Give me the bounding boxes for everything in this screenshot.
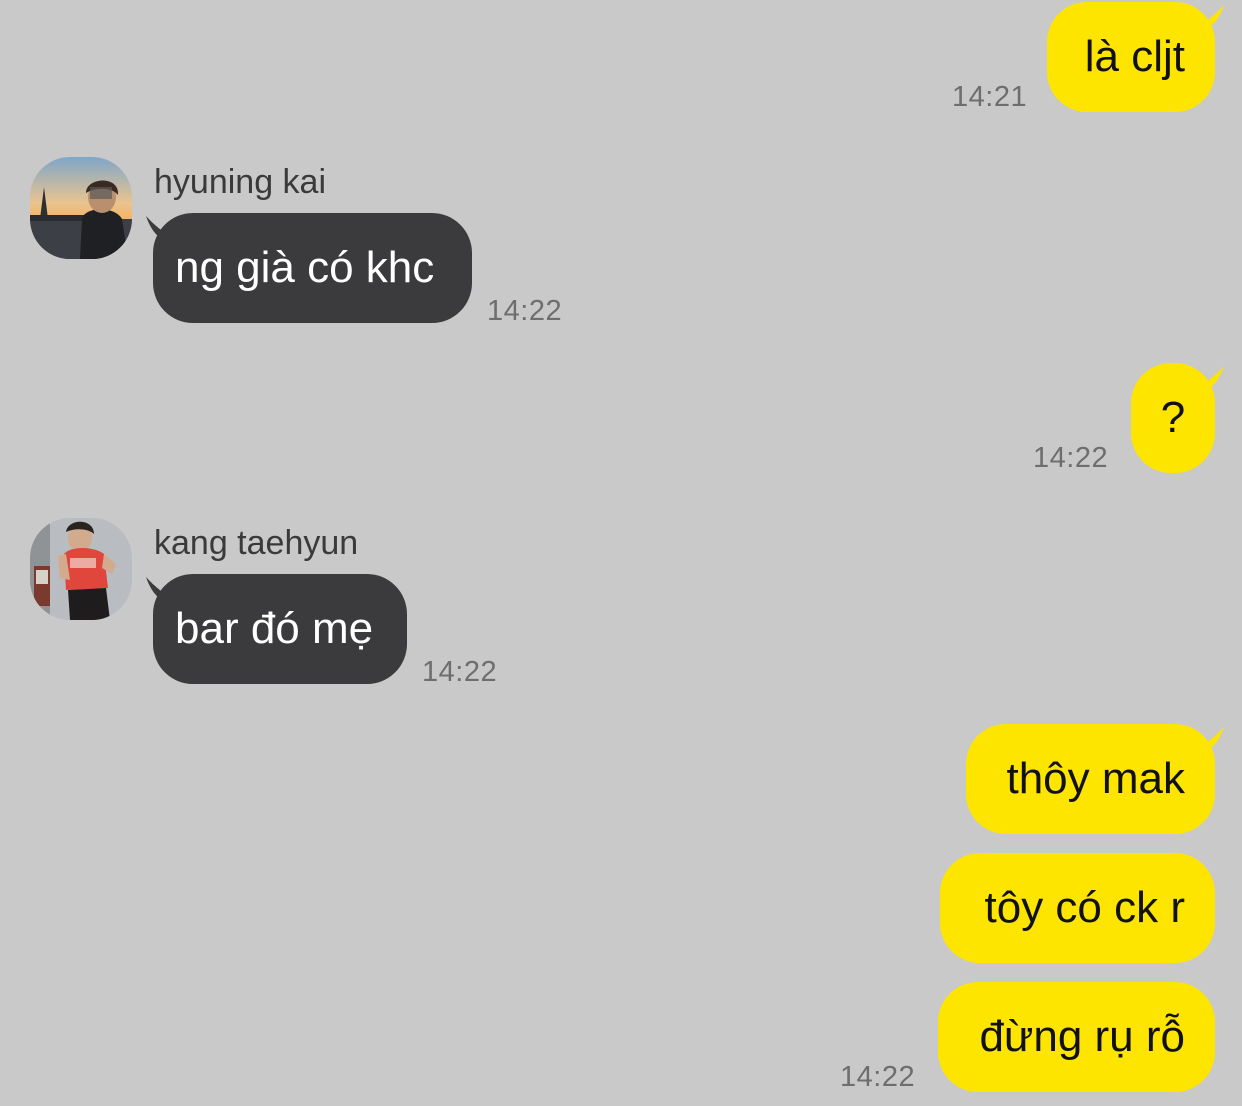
avatar-photo-red-shirt bbox=[30, 518, 132, 620]
message-timestamp: 14:22 bbox=[840, 1061, 916, 1093]
sender-name: hyuning kai bbox=[154, 163, 327, 201]
message-bubble-mine[interactable]: đừng rụ rỗ bbox=[938, 982, 1215, 1092]
bubble-tail bbox=[1192, 366, 1224, 393]
sender-name: kang taehyun bbox=[154, 524, 359, 562]
avatar-photo-sunset-city bbox=[30, 157, 132, 259]
message-bubble-theirs[interactable]: ng già có khc bbox=[153, 213, 472, 323]
message-bubble-theirs[interactable]: bar đó mẹ bbox=[153, 574, 407, 684]
bubble-tail bbox=[1192, 5, 1224, 32]
message-text: thôy mak bbox=[1006, 754, 1185, 803]
message-bubble-mine[interactable]: tôy có ck r bbox=[940, 853, 1215, 963]
message-bubble-mine[interactable]: thôy mak bbox=[966, 724, 1215, 834]
message-timestamp: 14:22 bbox=[487, 295, 563, 327]
message-timestamp: 14:22 bbox=[422, 656, 498, 688]
message-text: bar đó mẹ bbox=[175, 604, 374, 653]
message-text: ng già có khc bbox=[175, 243, 435, 292]
avatar-hyuning-kai[interactable] bbox=[30, 157, 132, 259]
message-text: ? bbox=[1160, 393, 1186, 442]
message-text: là cljt bbox=[1084, 32, 1185, 81]
message-text: đừng rụ rỗ bbox=[979, 1012, 1185, 1061]
message-bubble-mine[interactable]: là cljt bbox=[1047, 2, 1215, 112]
avatar-kang-taehyun[interactable] bbox=[30, 518, 132, 620]
message-timestamp: 14:22 bbox=[1033, 442, 1109, 474]
bubble-tail bbox=[1192, 727, 1224, 754]
message-text: tôy có ck r bbox=[984, 883, 1186, 932]
message-timestamp: 14:21 bbox=[952, 81, 1028, 113]
